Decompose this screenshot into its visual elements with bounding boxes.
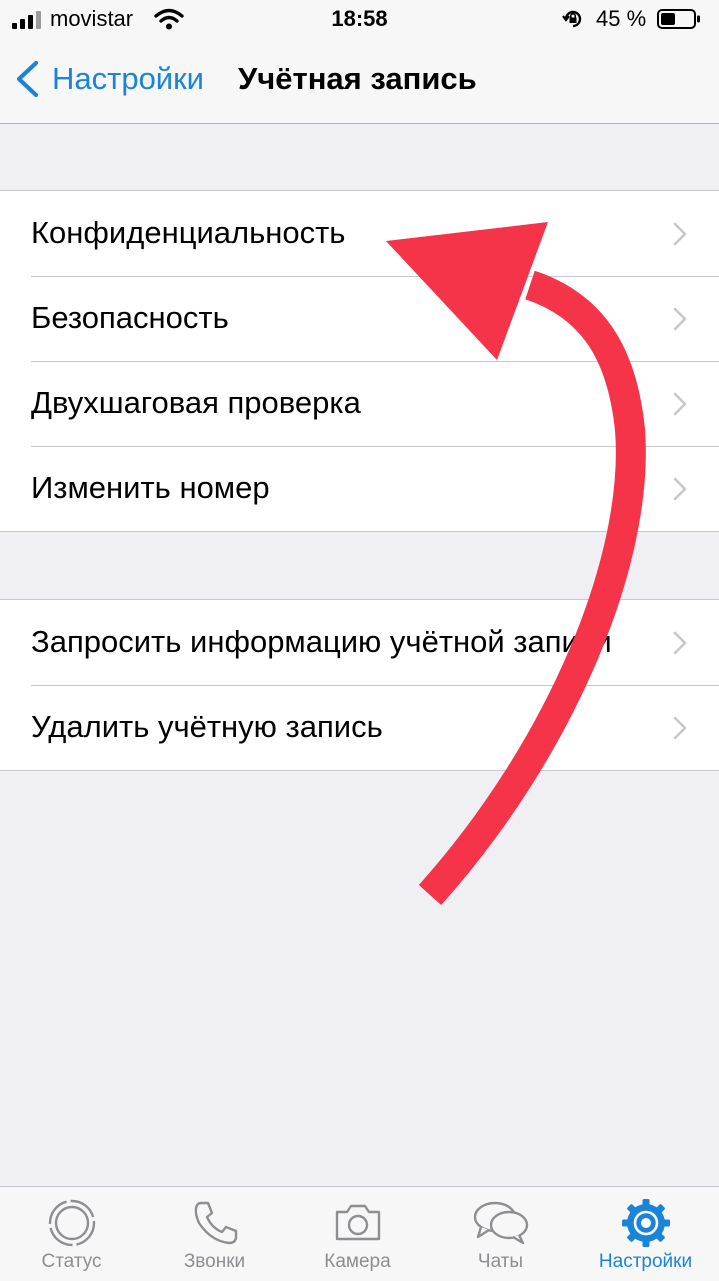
tab-settings[interactable]: Настройки <box>572 1187 719 1281</box>
chevron-right-icon <box>673 307 687 331</box>
chevron-left-icon <box>16 60 39 98</box>
battery-icon <box>657 9 700 29</box>
tab-bar: Статус Звонки Камера Чаты Настройки <box>0 1186 719 1281</box>
row-label: Изменить номер <box>31 470 270 505</box>
rotation-lock-icon <box>562 10 582 28</box>
account-data-group: Запросить информацию учётной записи Удал… <box>0 599 719 771</box>
row-label: Двухшаговая проверка <box>31 385 361 420</box>
chevron-right-icon <box>673 477 687 501</box>
chevron-right-icon <box>673 222 687 246</box>
delete-account-row[interactable]: Удалить учётную запись <box>0 685 719 770</box>
row-label: Конфиденциальность <box>31 215 346 250</box>
change-number-row[interactable]: Изменить номер <box>0 446 719 531</box>
battery-percent: 45 % <box>596 6 647 31</box>
status-bar: movistar 18:58 45 % <box>0 0 719 40</box>
row-label: Удалить учётную запись <box>31 709 383 744</box>
navigation-bar: Настройки Учётная запись <box>0 40 719 124</box>
two-step-verification-row[interactable]: Двухшаговая проверка <box>0 361 719 446</box>
tab-chats[interactable]: Чаты <box>429 1187 572 1281</box>
tab-label: Камера <box>324 1251 391 1272</box>
tab-label: Статус <box>41 1251 102 1272</box>
chevron-right-icon <box>673 716 687 740</box>
security-row[interactable]: Безопасность <box>0 276 719 361</box>
back-label: Настройки <box>52 61 205 96</box>
request-account-info-row[interactable]: Запросить информацию учётной записи <box>0 600 719 685</box>
camera-icon <box>335 1204 380 1241</box>
tab-status[interactable]: Статус <box>0 1187 143 1281</box>
gear-icon <box>621 1199 670 1247</box>
row-label: Безопасность <box>31 300 229 335</box>
page-title: Учётная запись <box>238 61 477 96</box>
phone-icon <box>194 1201 237 1245</box>
row-label: Запросить информацию учётной записи <box>31 624 612 659</box>
chevron-right-icon <box>673 631 687 655</box>
tab-label: Чаты <box>477 1251 524 1272</box>
tab-label: Звонки <box>183 1251 246 1272</box>
back-button[interactable]: Настройки <box>14 54 204 104</box>
account-settings-group: Конфиденциальность Безопасность Двухшаго… <box>0 190 719 532</box>
privacy-row[interactable]: Конфиденциальность <box>0 191 719 276</box>
chevron-right-icon <box>673 392 687 416</box>
chat-bubbles-icon <box>473 1201 528 1245</box>
status-icon <box>48 1199 95 1247</box>
tab-camera[interactable]: Камера <box>286 1187 429 1281</box>
tab-calls[interactable]: Звонки <box>143 1187 286 1281</box>
tab-label: Настройки <box>598 1251 693 1272</box>
